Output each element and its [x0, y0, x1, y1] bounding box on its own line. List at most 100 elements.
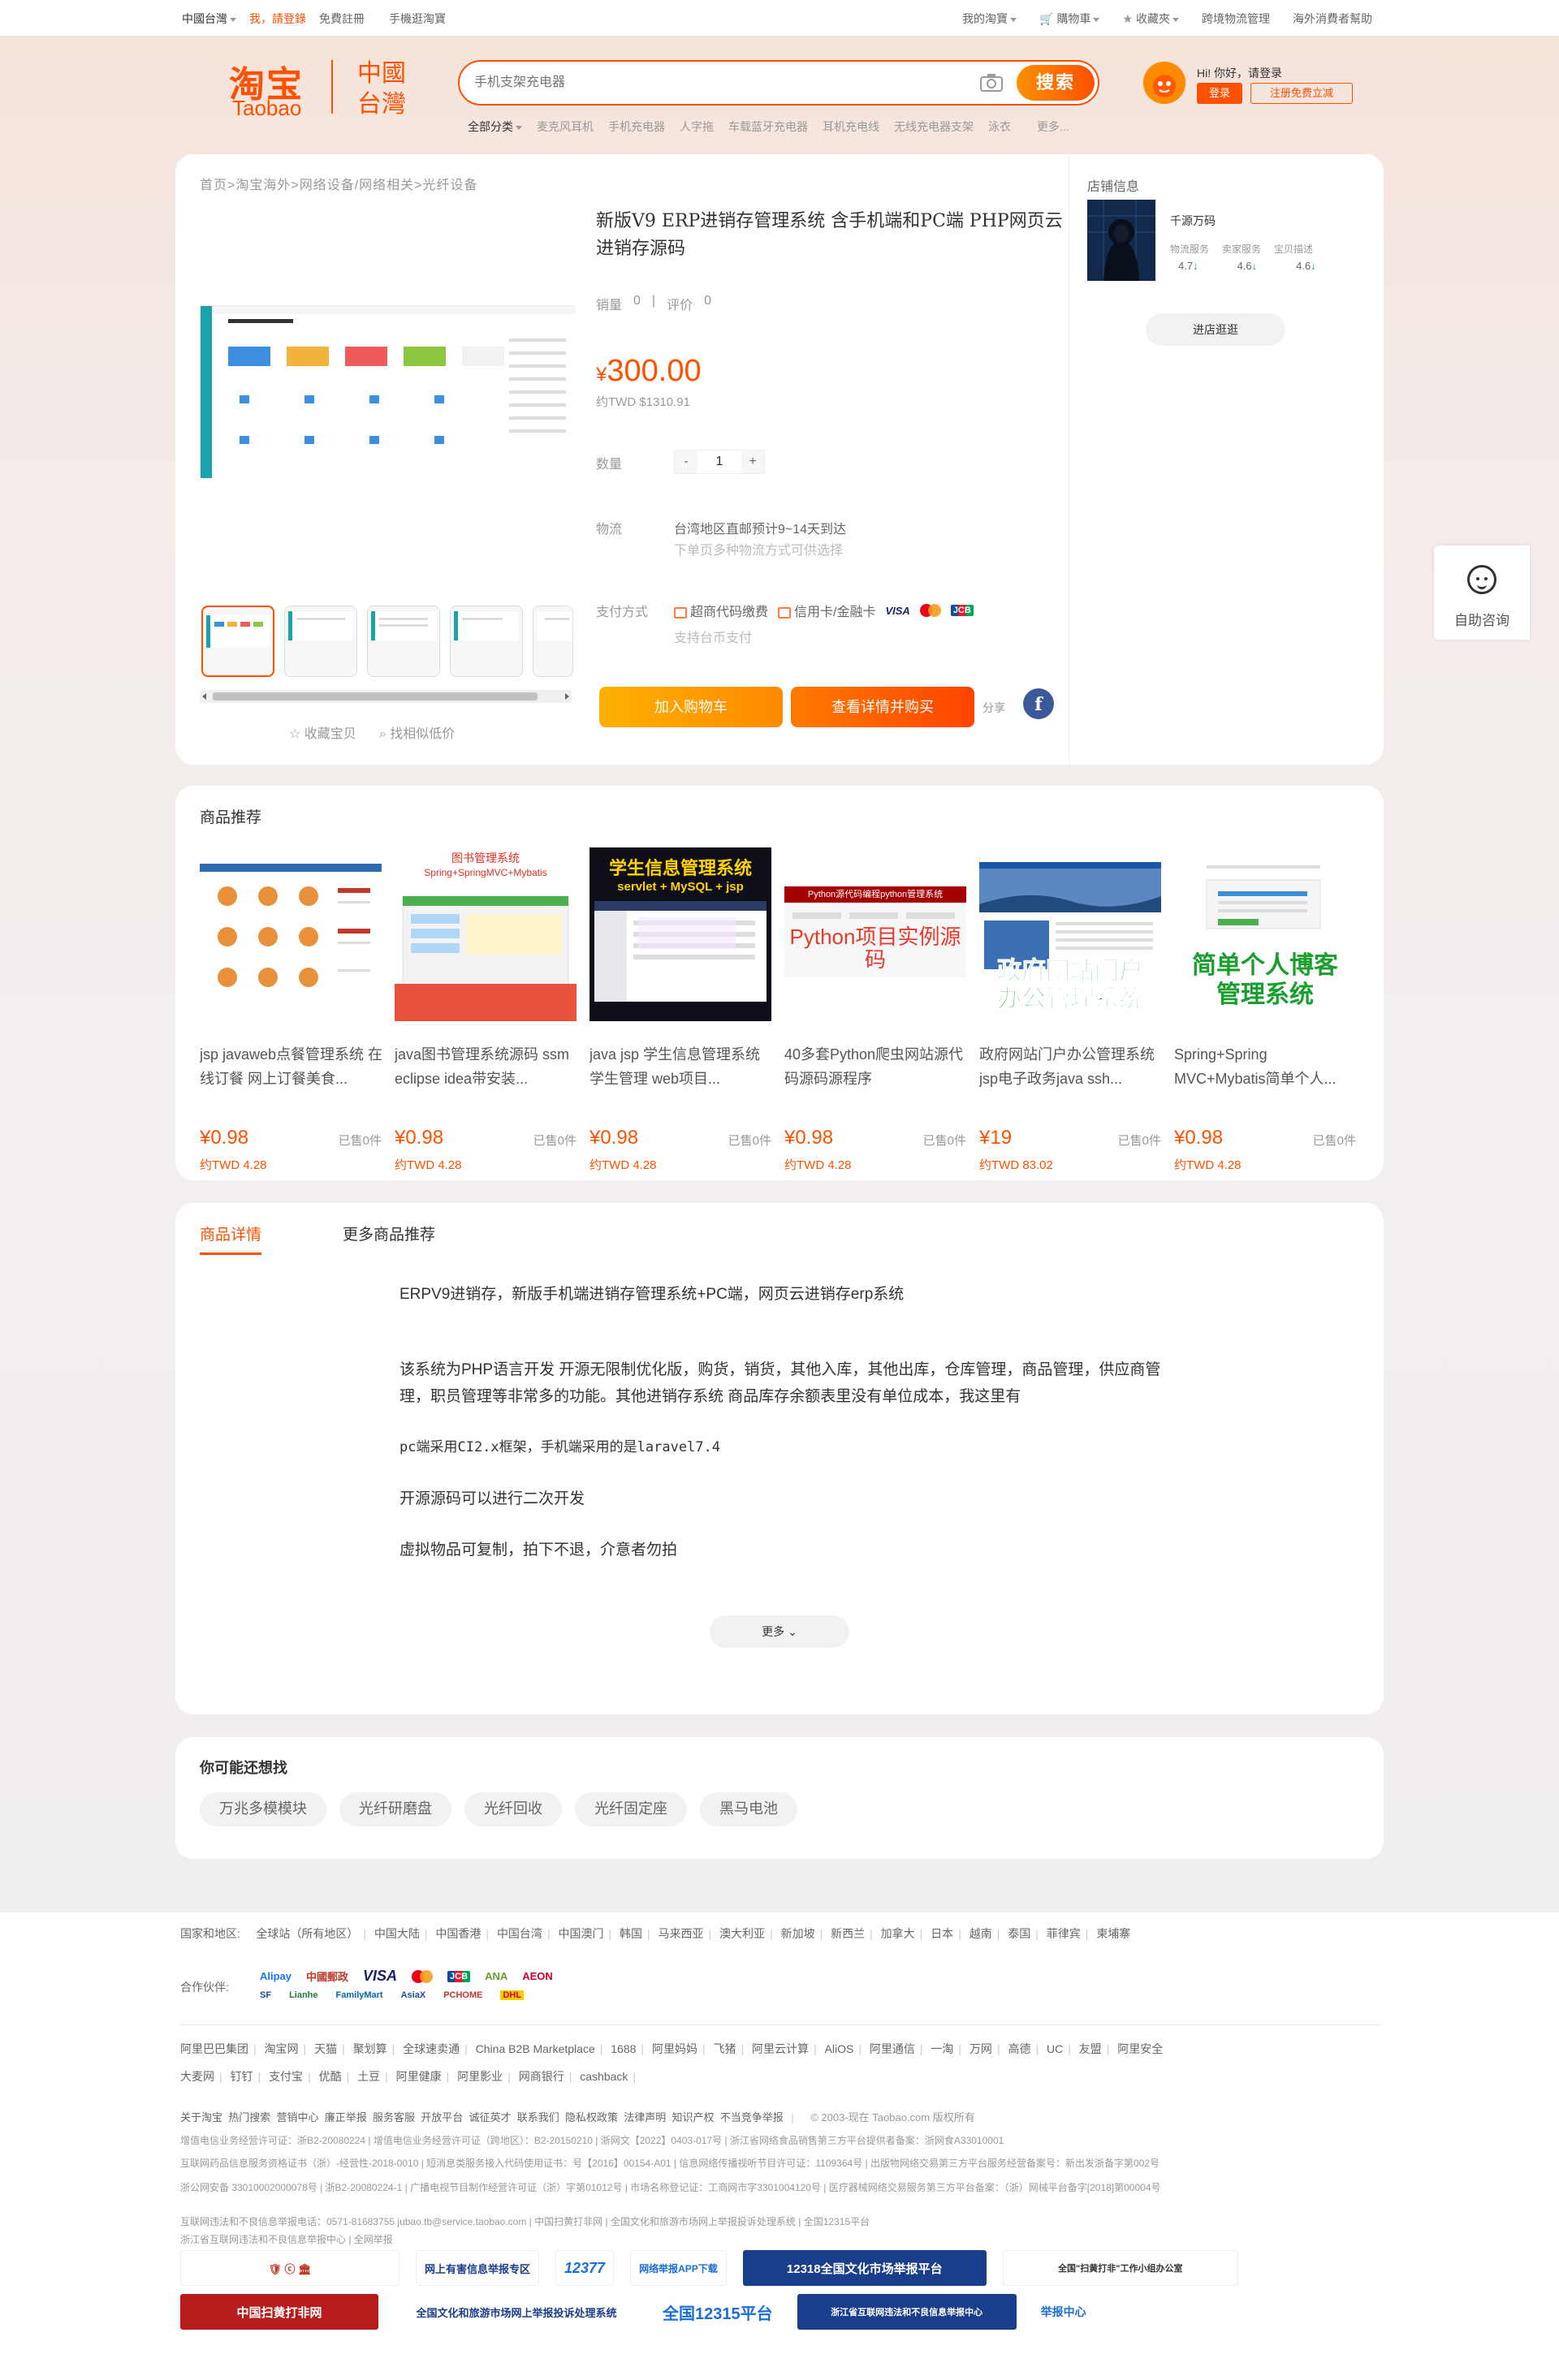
- facebook-icon[interactable]: f: [1023, 688, 1054, 719]
- police-badges[interactable]: 🛡 ⓒ 🏛: [180, 2250, 399, 2286]
- region-link[interactable]: 韩国: [620, 1927, 642, 1940]
- about-link[interactable]: 关于淘宝: [180, 2111, 222, 2123]
- help-link[interactable]: 海外消費者幫助: [1293, 11, 1372, 27]
- group-link[interactable]: 天猫: [314, 2042, 337, 2055]
- shop-name[interactable]: 千源万码: [1170, 213, 1216, 229]
- search-button[interactable]: 搜索: [1017, 65, 1095, 101]
- thumbnail[interactable]: [284, 606, 357, 677]
- favorites-link[interactable]: ★ 收藏夾: [1122, 11, 1179, 27]
- report-badge[interactable]: 12377: [555, 2250, 615, 2286]
- find-similar-button[interactable]: ⌕ 找相似低价: [379, 722, 455, 742]
- region-link[interactable]: 中国澳门: [558, 1927, 603, 1940]
- about-link[interactable]: 不当竞争举报: [720, 2111, 784, 2123]
- self-help-button[interactable]: 自助咨询: [1434, 545, 1530, 640]
- search-input[interactable]: [474, 73, 961, 93]
- report-badge[interactable]: 全国12315平台: [654, 2294, 781, 2330]
- region-link[interactable]: 日本: [931, 1927, 953, 1940]
- group-link[interactable]: 大麦网: [180, 2070, 214, 2083]
- region-link[interactable]: 新西兰: [831, 1927, 865, 1940]
- register-link[interactable]: 免費註冊: [319, 11, 365, 27]
- recommend-name[interactable]: Spring+Spring MVC+Mybatis简单个人...: [1174, 1042, 1359, 1091]
- group-link[interactable]: AliOS: [825, 2042, 854, 2055]
- report-badge[interactable]: 举报中心: [1032, 2294, 1095, 2330]
- register-button[interactable]: 注册免费立减: [1250, 83, 1353, 104]
- report-badge[interactable]: 网上有害信息举报专区: [416, 2250, 540, 2286]
- maylike-tag[interactable]: 光纤固定座: [575, 1792, 687, 1826]
- group-link[interactable]: 万网: [970, 2042, 992, 2055]
- group-link[interactable]: 阿里妈妈: [652, 2042, 697, 2055]
- region-link[interactable]: 菲律宾: [1047, 1927, 1081, 1940]
- arrow-right-icon[interactable]: [565, 693, 569, 700]
- about-link[interactable]: 法律声明: [624, 2111, 666, 2123]
- maylike-tag[interactable]: 光纤回收: [464, 1792, 562, 1826]
- about-link[interactable]: 廉正举报: [325, 2111, 367, 2123]
- group-link[interactable]: 聚划算: [353, 2042, 387, 2055]
- recommend-image[interactable]: Python源代码编程python管理系统 Python项目实例源码: [784, 847, 966, 1021]
- group-link[interactable]: 阿里云计算: [752, 2042, 809, 2055]
- group-link[interactable]: 优酷: [319, 2070, 342, 2083]
- recommend-image[interactable]: 学生信息管理系统 servlet + MySQL + jsp: [589, 847, 771, 1021]
- product-main-image[interactable]: [200, 305, 576, 478]
- hotword-item[interactable]: 车载蓝牙充电器: [728, 119, 808, 135]
- group-link[interactable]: 淘宝网: [265, 2042, 299, 2055]
- recommend-item[interactable]: 图书管理系统 Spring+SpringMVC+Mybatis java图书管理…: [395, 847, 577, 1172]
- thumbnail[interactable]: [367, 606, 440, 677]
- maylike-tag[interactable]: 万兆多模模块: [200, 1792, 326, 1826]
- group-link[interactable]: 网商银行: [519, 2070, 564, 2083]
- about-link[interactable]: 联系我们: [517, 2111, 559, 2123]
- about-link[interactable]: 服务客服: [373, 2111, 415, 2123]
- about-link[interactable]: 知识产权: [672, 2111, 715, 2123]
- region-link[interactable]: 马来西亚: [659, 1927, 704, 1940]
- report-badge[interactable]: 中国扫黄打非网: [180, 2294, 378, 2330]
- region-link[interactable]: 澳大利亚: [719, 1927, 765, 1940]
- scrollbar-thumb[interactable]: [213, 692, 538, 701]
- about-link[interactable]: 诚征英才: [469, 2111, 512, 2123]
- hotword-item[interactable]: 麦克风耳机: [537, 119, 594, 135]
- thumbnail[interactable]: [450, 606, 523, 677]
- region-link[interactable]: 中国台湾: [497, 1927, 542, 1940]
- login-button[interactable]: 登录: [1197, 83, 1242, 104]
- hotword-item[interactable]: 耳机充电线: [823, 119, 879, 135]
- group-link[interactable]: 阿里影业: [457, 2070, 503, 2083]
- breadcrumb[interactable]: 首页>淘宝海外>网络设备/网络相关>光纤设备: [200, 174, 477, 193]
- tab-more-recommend[interactable]: 更多商品推荐: [343, 1222, 435, 1255]
- recommend-image[interactable]: 简单个人博客 管理系统: [1174, 847, 1356, 1021]
- hotword-item[interactable]: 泳衣: [988, 119, 1011, 135]
- thumbnail[interactable]: [201, 606, 274, 677]
- group-link[interactable]: 全球速卖通: [403, 2042, 460, 2055]
- group-link[interactable]: 阿里通信: [870, 2042, 915, 2055]
- recommend-item[interactable]: Python源代码编程python管理系统 Python项目实例源码 40多套P…: [784, 847, 966, 1172]
- group-link[interactable]: 阿里健康: [396, 2070, 442, 2083]
- avatar[interactable]: [1143, 62, 1185, 104]
- logistics-link[interactable]: 跨境物流管理: [1202, 11, 1270, 27]
- region-link[interactable]: 柬埔寨: [1096, 1927, 1130, 1940]
- recommend-name[interactable]: 40多套Python爬虫网站源代码源码源程序: [784, 1042, 970, 1091]
- shop-avatar[interactable]: [1087, 200, 1155, 281]
- report-badge[interactable]: 全国"扫黄打非"工作小组办公室: [1002, 2250, 1238, 2286]
- about-link[interactable]: 开放平台: [421, 2111, 463, 2123]
- recommend-image[interactable]: [200, 847, 382, 1021]
- group-link[interactable]: 高德: [1008, 2042, 1030, 2055]
- region-link[interactable]: 泰国: [1008, 1927, 1030, 1940]
- tab-detail[interactable]: 商品详情: [200, 1222, 262, 1255]
- group-link[interactable]: 阿里巴巴集团: [180, 2042, 248, 2055]
- region-selector[interactable]: 中國台灣: [182, 11, 236, 27]
- recommend-item[interactable]: 简单个人博客 管理系统 Spring+Spring MVC+Mybatis简单个…: [1174, 847, 1356, 1172]
- mobile-link[interactable]: 手機逛淘寶: [389, 11, 446, 27]
- group-link[interactable]: 阿里安全: [1117, 2042, 1163, 2055]
- recommend-image[interactable]: 图书管理系统 Spring+SpringMVC+Mybatis: [395, 847, 577, 1021]
- hotword-item[interactable]: 无线充电器支架: [894, 119, 974, 135]
- group-link[interactable]: 支付宝: [269, 2070, 303, 2083]
- add-to-cart-button[interactable]: 加入购物车: [599, 687, 783, 727]
- about-link[interactable]: 营销中心: [277, 2111, 319, 2123]
- group-link[interactable]: UC: [1047, 2042, 1063, 2055]
- maylike-tag[interactable]: 黑马电池: [700, 1792, 797, 1826]
- group-link[interactable]: 土豆: [357, 2070, 380, 2083]
- recommend-item[interactable]: 政府网站门户 办公管理系统 政府网站门户办公管理系统jsp电子政务java ss…: [979, 847, 1161, 1172]
- group-link[interactable]: 一淘: [931, 2042, 953, 2055]
- favorite-button[interactable]: ☆ 收藏宝贝: [289, 722, 356, 742]
- maylike-tag[interactable]: 光纤研磨盘: [339, 1792, 451, 1826]
- about-link[interactable]: 热门搜索: [228, 2111, 270, 2123]
- group-link[interactable]: China B2B Marketplace: [476, 2042, 595, 2055]
- my-taobao-link[interactable]: 我的淘寶: [962, 11, 1017, 27]
